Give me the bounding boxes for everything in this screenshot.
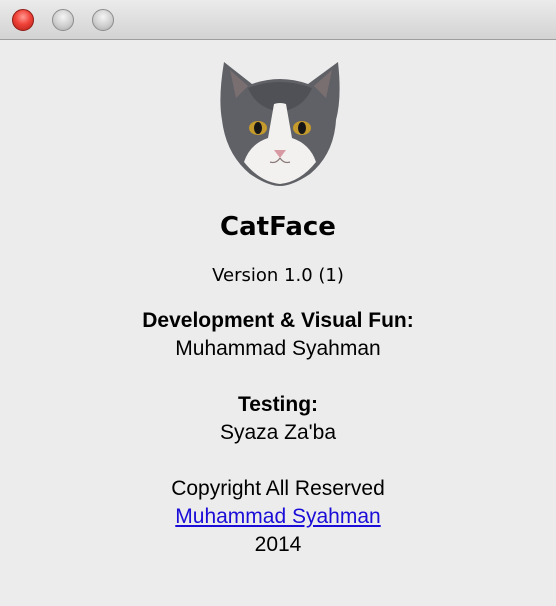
app-version: Version 1.0 (1): [212, 265, 344, 286]
minimize-window-button[interactable]: [52, 9, 74, 31]
copyright-year: 2014: [254, 533, 302, 556]
title-bar[interactable]: [0, 0, 556, 40]
cat-face-icon: [220, 62, 340, 186]
close-window-button[interactable]: [12, 9, 34, 31]
tester-name: Syaza Za'ba: [219, 421, 337, 444]
author-link-container: Muhammad Syahman: [0, 505, 556, 529]
app-name: CatFace: [220, 212, 336, 242]
development-heading: Development & Visual Fun:: [142, 309, 414, 332]
testing-heading: Testing:: [237, 393, 319, 416]
author-link[interactable]: Muhammad Syahman: [175, 505, 380, 528]
zoom-window-button[interactable]: [92, 9, 114, 31]
developer-name: Muhammad Syahman: [175, 337, 381, 360]
about-window: CatFace Version 1.0 (1) Development & Vi…: [0, 0, 556, 606]
copyright-text: Copyright All Reserved: [171, 477, 385, 500]
